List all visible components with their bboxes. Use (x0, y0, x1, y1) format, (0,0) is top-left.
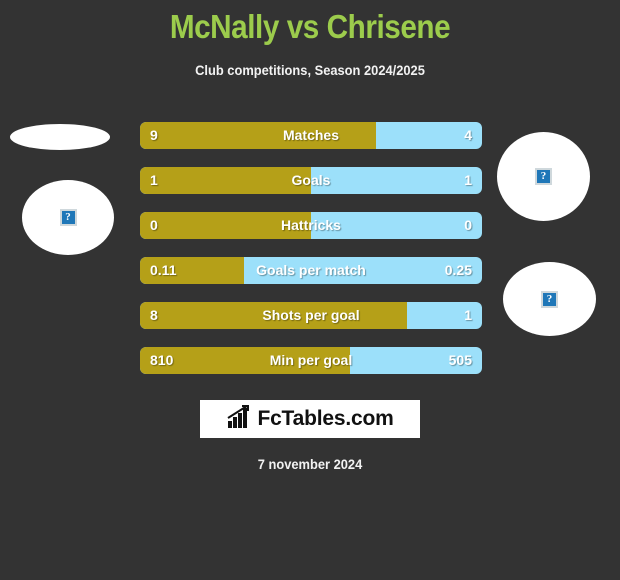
stat-label: Min per goal (269, 352, 353, 368)
fctables-logo[interactable]: FcTables.com (200, 400, 420, 438)
stat-bar-row: 0.11 Goals per match 0.25 (140, 257, 482, 284)
stat-label: Shots per goal (262, 307, 360, 323)
page-title: McNally vs Chrisene (169, 8, 451, 45)
broken-image-icon: ? (535, 168, 552, 185)
broken-image-icon: ? (541, 290, 558, 308)
stat-label: Goals (291, 172, 331, 188)
stats-bar-list: 9 Matches 4 1 Goals 1 0 Hattricks 0 0.11 Goals per… (140, 122, 482, 392)
stat-bar-row: 810 Min per goal 505 (140, 347, 482, 374)
stat-comparison-infographic: McNally vs Chrisene Club competitions, S… (0, 0, 620, 580)
stat-bar-row: 9 Matches 4 (140, 122, 482, 149)
stat-bar-row: 8 Shots per goal 1 (140, 302, 482, 329)
stat-label: Hattricks (281, 217, 341, 233)
stat-bar-row: 0 Hattricks 0 (140, 212, 482, 239)
page-subtitle: Club competitions, Season 2024/2025 (195, 62, 425, 78)
home-club-logo: ? (22, 180, 114, 255)
stat-label: Matches (282, 127, 340, 143)
stat-away-value: 505 (448, 352, 472, 368)
away-player-photo: ? (503, 262, 596, 336)
stat-bar-row: 1 Goals 1 (140, 167, 482, 194)
stat-away-value: 0 (464, 217, 472, 233)
away-club-logo: ? (497, 132, 590, 221)
stat-away-value: 0.25 (444, 262, 472, 278)
chart-date: 7 november 2024 (257, 456, 363, 472)
broken-image-icon: ? (59, 209, 77, 226)
stat-away-value: 1 (464, 307, 472, 323)
home-player-photo: ? (10, 124, 110, 150)
stat-away-value: 1 (464, 172, 472, 188)
fctables-logo-text: FcTables.com (257, 407, 394, 430)
stat-label: Goals per match (256, 262, 366, 278)
stat-away-value: 4 (464, 127, 472, 143)
bar-chart-icon (226, 404, 252, 434)
